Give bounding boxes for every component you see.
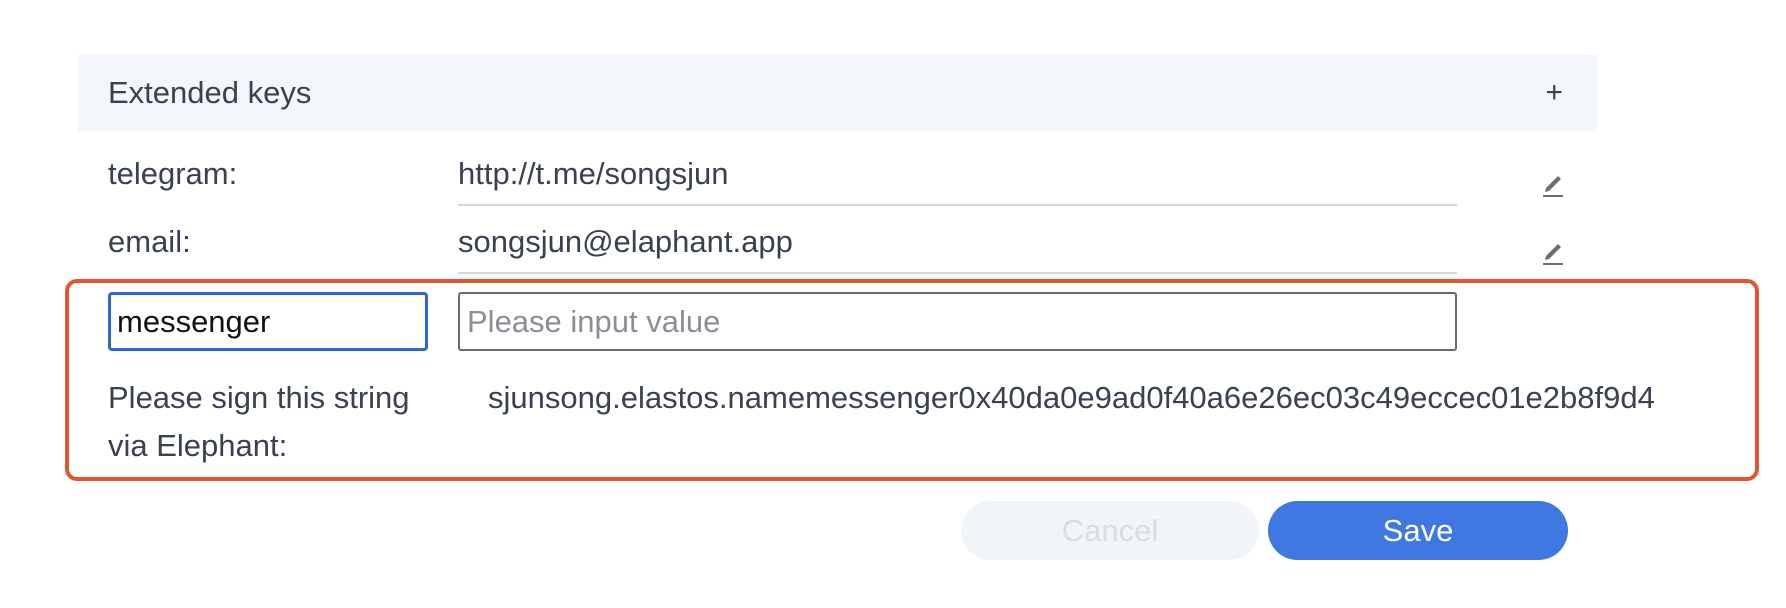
new-value-input[interactable] — [458, 292, 1457, 351]
sign-instruction-label: Please sign this string via Elephant: — [108, 380, 410, 463]
key-label-email: email: — [108, 224, 191, 259]
cancel-button[interactable]: Cancel — [961, 501, 1259, 560]
sign-string-value: sjunsong.elastos.namemessenger0x40da0e9a… — [488, 380, 1655, 415]
new-key-input[interactable] — [108, 292, 428, 351]
extended-keys-title: Extended keys — [108, 75, 312, 110]
edit-telegram-pencil-icon[interactable] — [1540, 168, 1566, 198]
value-telegram: http://t.me/songsjun — [458, 156, 1457, 206]
save-button[interactable]: Save — [1268, 501, 1568, 560]
extended-keys-header: Extended keys + — [78, 55, 1597, 131]
key-label-telegram: telegram: — [108, 156, 238, 191]
add-key-icon[interactable]: + — [1545, 55, 1563, 131]
value-email: songsjun@elaphant.app — [458, 224, 1457, 274]
edit-email-pencil-icon[interactable] — [1540, 236, 1566, 266]
